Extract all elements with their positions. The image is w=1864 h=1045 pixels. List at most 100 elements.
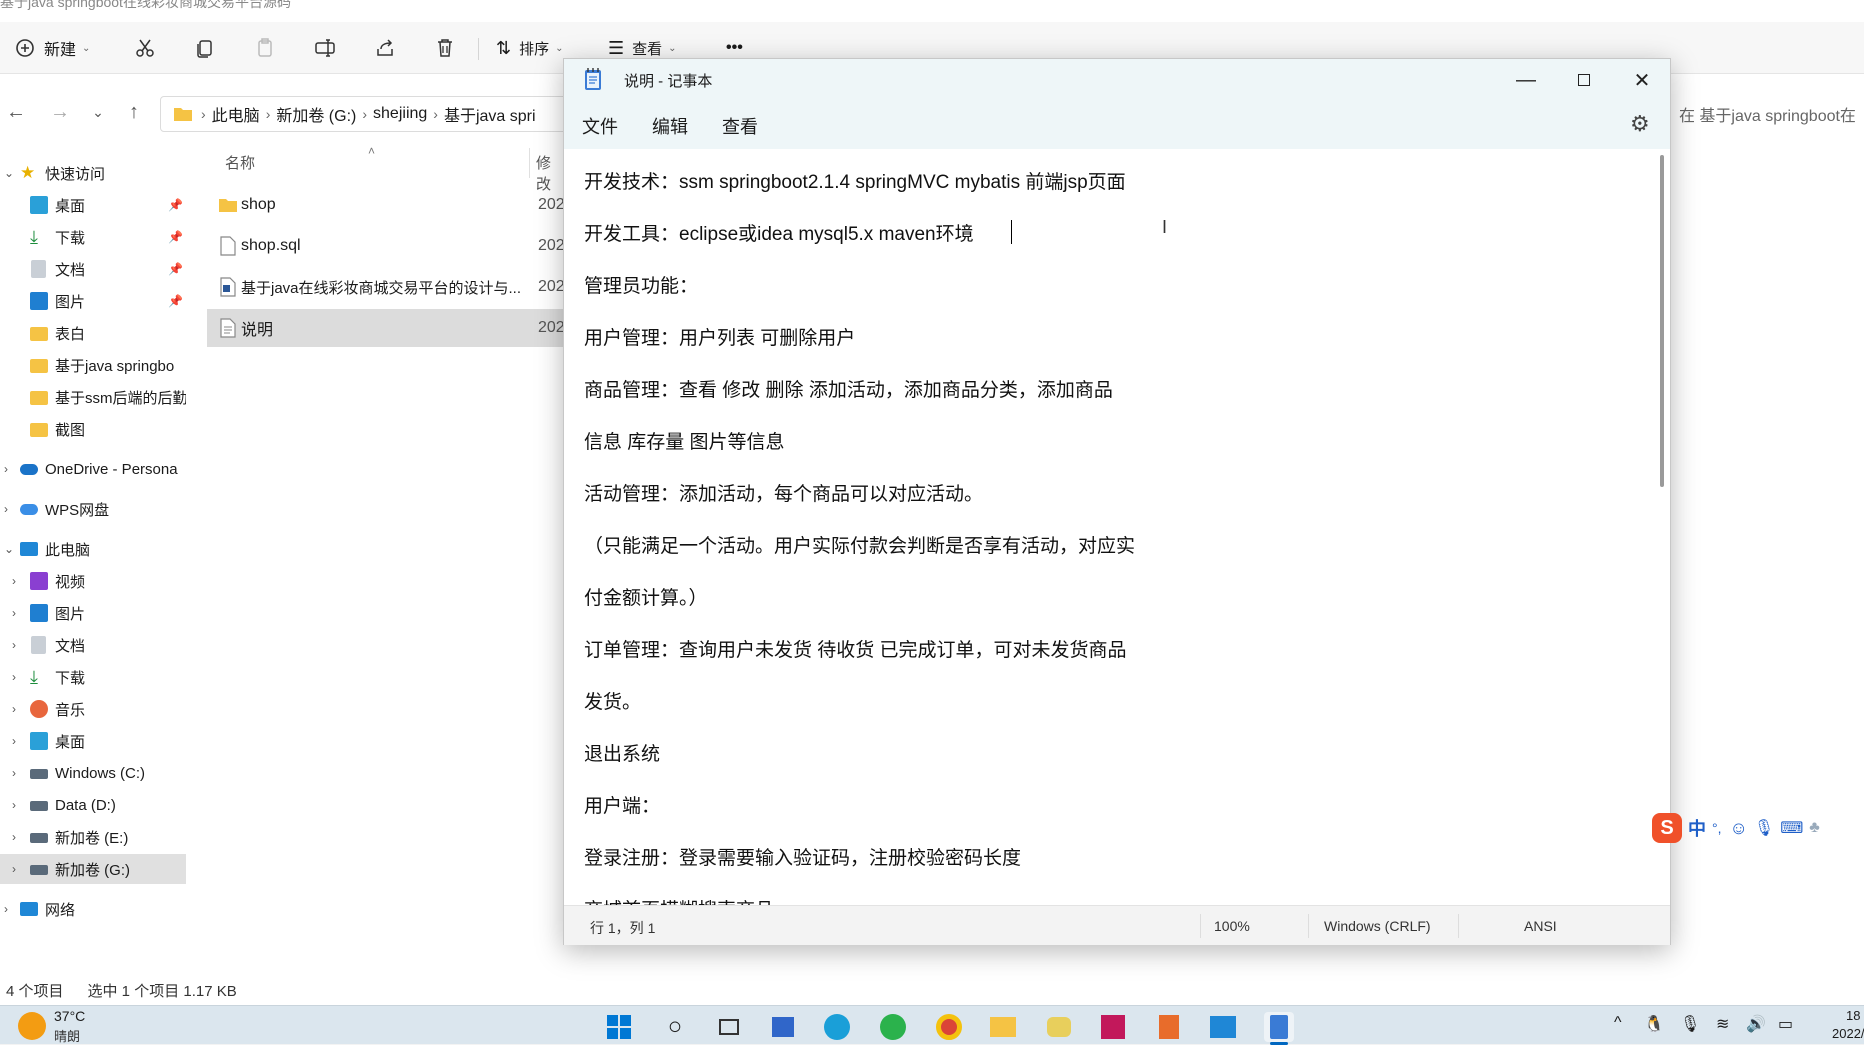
volume-icon[interactable]: 🔊	[1746, 1014, 1766, 1034]
sort-button[interactable]: ⇅ 排序 ⌄	[496, 30, 564, 66]
sidebar-item-drive-c[interactable]: › Windows (C:)	[0, 758, 186, 788]
weather-temperature[interactable]: 37°C	[54, 1008, 85, 1024]
sort-ascending-icon: ˄	[368, 144, 376, 158]
sidebar-item-drive-e[interactable]: › 新加卷 (E:)	[0, 822, 186, 852]
sidebar-item-folder[interactable]: 截图	[0, 414, 186, 444]
cursor-position: 行 1，列 1	[590, 920, 656, 936]
sogou-logo-icon[interactable]: S	[1652, 813, 1682, 843]
sidebar-item-pictures[interactable]: › 图片	[0, 598, 186, 628]
sidebar-item-desktop[interactable]: › 桌面	[0, 726, 186, 756]
copy-button[interactable]	[194, 30, 216, 66]
maximize-button[interactable]	[1555, 59, 1613, 101]
weather-sun-icon[interactable]	[18, 1012, 46, 1040]
microphone-icon[interactable]: 🎙	[1680, 1014, 1700, 1034]
cut-button[interactable]	[134, 30, 156, 66]
breadcrumb-segment[interactable]: 此电脑	[212, 102, 260, 126]
new-button[interactable]: 新建 ⌄	[14, 30, 90, 66]
up-button[interactable]: ↑	[122, 100, 146, 124]
file-row[interactable]: 基于java在线彩妆商城交易平台的设计与... 202	[207, 268, 567, 306]
task-view-button[interactable]	[714, 1012, 744, 1042]
sidebar-item-folder[interactable]: 基于java springbo	[0, 350, 186, 380]
taskbar-browser[interactable]	[878, 1012, 908, 1042]
chevron-down-icon: ⌄	[4, 542, 15, 556]
taskbar-notepad[interactable]	[1264, 1012, 1294, 1042]
sidebar-item-wps[interactable]: › WPS网盘	[0, 494, 186, 524]
breadcrumb-segment[interactable]: shejiing	[373, 105, 427, 123]
sidebar-item-label: 基于ssm后端的后勤	[55, 389, 186, 407]
sidebar-item-desktop[interactable]: 桌面 📌	[0, 190, 186, 220]
chevron-right-icon: ›	[12, 798, 16, 812]
drive-icon	[30, 865, 48, 875]
chevron-up-icon[interactable]: ^	[1614, 1014, 1622, 1032]
chevron-down-icon: ⌄	[4, 166, 15, 180]
emoji-icon[interactable]: ☺	[1730, 818, 1748, 839]
cloud-icon	[20, 504, 38, 515]
sidebar-item-drive-d[interactable]: › Data (D:)	[0, 790, 186, 820]
drive-icon	[30, 833, 48, 843]
address-bar[interactable]: › 此电脑 › 新加卷 (G:) › shejiing › 基于java spr…	[160, 96, 580, 132]
search-input[interactable]: ⌕ 在 基于java springboot在	[1660, 96, 1864, 132]
microphone-icon[interactable]: 🎙	[1754, 818, 1774, 838]
notepad-text-area[interactable]: 开发技术：ssm springboot2.1.4 springMVC mybat…	[564, 149, 1670, 905]
clock-time[interactable]: 18	[1846, 1008, 1860, 1023]
forward-button[interactable]: →	[48, 100, 72, 124]
minimize-button[interactable]: —	[1497, 59, 1555, 101]
search-button[interactable]: ○	[660, 1012, 690, 1042]
notepad-titlebar[interactable]: 说明 - 记事本 — ✕	[564, 59, 1670, 101]
weather-description[interactable]: 晴朗	[54, 1026, 80, 1045]
settings-gear-icon[interactable]: ⚙	[1630, 111, 1650, 137]
taskbar-edge[interactable]	[822, 1012, 852, 1042]
sidebar-item-folder[interactable]: 基于ssm后端的后勤	[0, 382, 186, 412]
sidebar-item-label: 视频	[55, 573, 86, 591]
recent-locations-button[interactable]: ⌄	[86, 100, 110, 124]
sidebar-item-downloads[interactable]: ⤓ 下载 📌	[0, 222, 186, 252]
sidebar-item-documents[interactable]: › 文档	[0, 630, 186, 660]
start-button[interactable]	[604, 1012, 634, 1042]
sidebar-item-this-pc[interactable]: ⌄ 此电脑	[0, 534, 186, 564]
taskbar-intellij[interactable]	[1098, 1012, 1128, 1042]
wifi-icon[interactable]: ≋	[1716, 1014, 1729, 1034]
taskbar-app[interactable]	[1154, 1012, 1184, 1042]
file-row[interactable]: 说明 202	[207, 309, 567, 347]
ime-punctuation[interactable]: °,	[1712, 820, 1722, 836]
rename-button[interactable]	[314, 30, 336, 66]
breadcrumb-segment[interactable]: 新加卷 (G:)	[276, 102, 356, 126]
file-row[interactable]: shop 202	[207, 186, 567, 224]
paste-button[interactable]	[254, 30, 276, 66]
sidebar-item-videos[interactable]: › 视频	[0, 566, 186, 596]
column-header-name[interactable]: 名称	[225, 152, 255, 173]
taskbar-app[interactable]	[768, 1012, 798, 1042]
chevron-down-icon: ⌄	[668, 42, 677, 54]
sidebar-item-quick-access[interactable]: ⌄ ★ 快速访问	[0, 158, 186, 188]
close-button[interactable]: ✕	[1613, 59, 1671, 101]
back-button[interactable]: ←	[4, 100, 28, 124]
sidebar-item-folder[interactable]: 表白	[0, 318, 186, 348]
sidebar-item-documents[interactable]: 文档 📌	[0, 254, 186, 284]
clock-date[interactable]: 2022/7	[1832, 1026, 1864, 1041]
ime-mode[interactable]: 中	[1688, 815, 1706, 841]
close-icon: ✕	[1633, 69, 1651, 92]
breadcrumb-segment[interactable]: 基于java spri	[444, 102, 536, 126]
battery-icon[interactable]: ▭	[1778, 1014, 1793, 1034]
taskbar-app[interactable]	[1044, 1012, 1074, 1042]
sidebar-item-pictures[interactable]: 图片 📌	[0, 286, 186, 316]
sidebar-item-onedrive[interactable]: › OneDrive - Persona	[0, 454, 186, 484]
taskbar-photos[interactable]	[1208, 1012, 1238, 1042]
sidebar-item-network[interactable]: › 网络	[0, 894, 186, 924]
taskbar-file-explorer[interactable]	[988, 1012, 1018, 1042]
sidebar-item-music[interactable]: › 音乐	[0, 694, 186, 724]
menu-file[interactable]: 文件	[582, 113, 618, 139]
file-row[interactable]: shop.sql 202	[207, 227, 567, 265]
skin-icon[interactable]: ♣	[1809, 819, 1820, 837]
chevron-down-icon: ⌄	[555, 42, 564, 54]
delete-button[interactable]	[434, 30, 456, 66]
menu-edit[interactable]: 编辑	[652, 113, 688, 139]
taskbar-chrome[interactable]	[934, 1012, 964, 1042]
menu-view[interactable]: 查看	[722, 113, 758, 139]
vertical-scrollbar[interactable]	[1660, 155, 1664, 487]
sidebar-item-drive-g[interactable]: › 新加卷 (G:)	[0, 854, 186, 884]
qq-icon[interactable]: 🐧	[1644, 1014, 1664, 1034]
share-button[interactable]	[374, 30, 396, 66]
keyboard-icon[interactable]: ⌨	[1780, 818, 1803, 838]
sidebar-item-downloads[interactable]: › ⤓ 下载	[0, 662, 186, 692]
